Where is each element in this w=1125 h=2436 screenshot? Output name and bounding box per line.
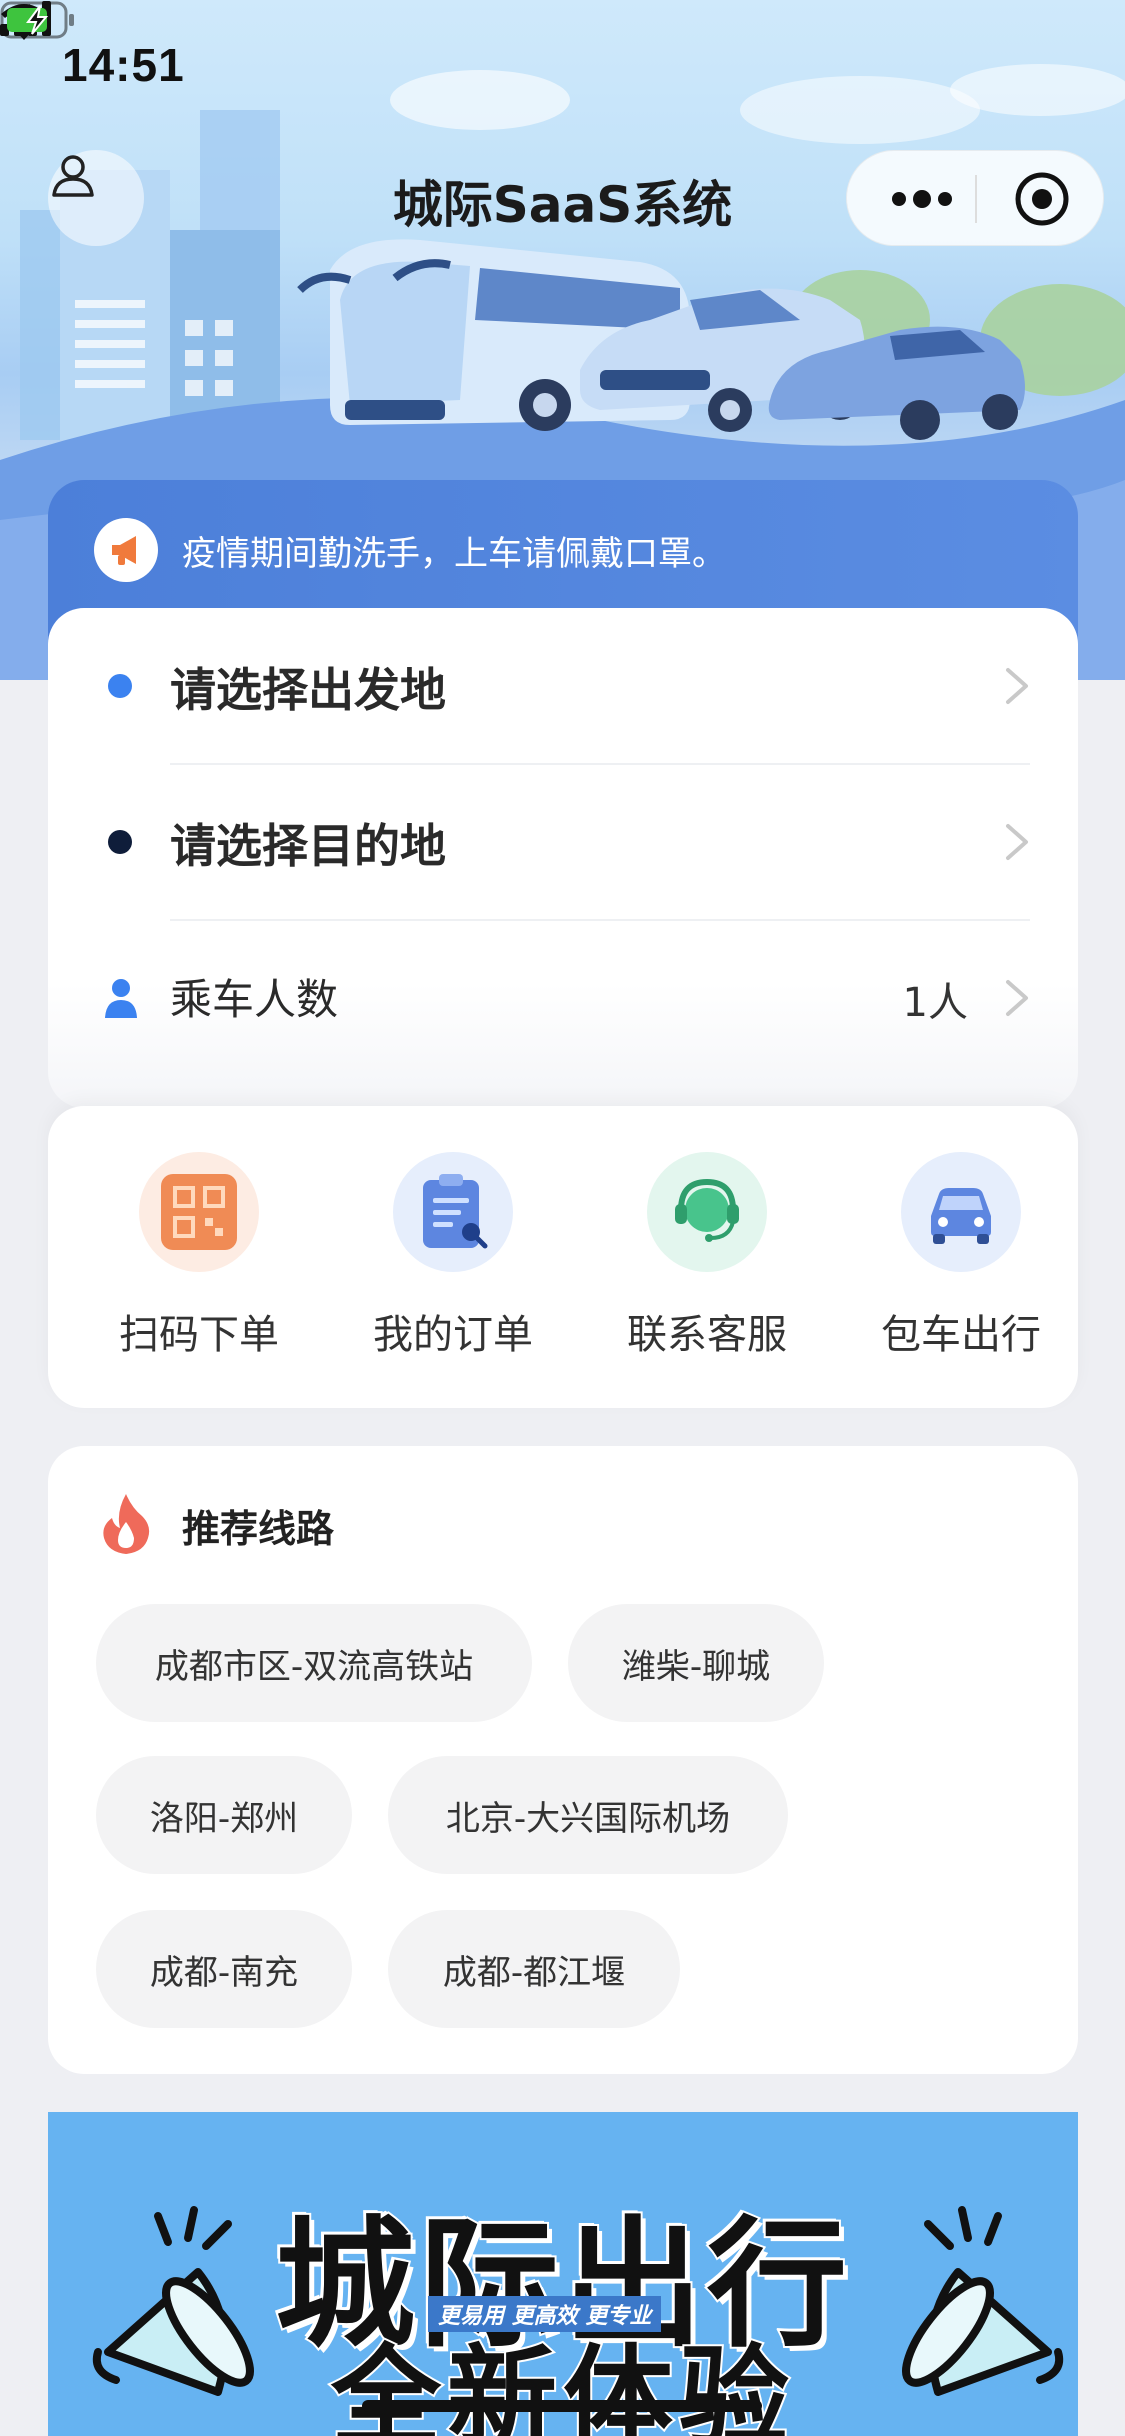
origin-placeholder: 请选择出发地 xyxy=(170,663,446,717)
destination-selector[interactable]: 请选择目的地 xyxy=(48,764,1078,920)
passenger-count-selector[interactable]: 乘车人数 1人 xyxy=(48,920,1078,1076)
chevron-right-icon xyxy=(1006,824,1028,860)
action-label: 扫码下单 xyxy=(119,1312,279,1358)
mini-program-capsule xyxy=(846,150,1104,246)
promo-banner[interactable]: 城际出行 更易用 更高效 更专业 全新体验 xyxy=(48,2112,1078,2436)
quick-actions-card: 扫码下单 我的订单 联系客服 包车出行 xyxy=(48,1106,1078,1408)
more-options-icon[interactable] xyxy=(877,169,967,229)
order-clipboard-icon xyxy=(393,1152,513,1272)
action-label: 包车出行 xyxy=(881,1312,1041,1358)
route-chip[interactable]: 成都-南充 xyxy=(96,1910,352,2028)
route-chip[interactable]: 成都-都江堰 xyxy=(388,1910,680,2028)
action-charter-car[interactable]: 包车出行 xyxy=(856,1152,1066,1372)
booking-card: 请选择出发地 请选择目的地 乘车人数 1人 xyxy=(48,608,1078,1108)
qr-scan-icon xyxy=(139,1152,259,1272)
destination-placeholder: 请选择目的地 xyxy=(170,819,446,873)
chevron-right-icon xyxy=(1006,668,1028,704)
action-label: 联系客服 xyxy=(627,1312,787,1358)
person-icon xyxy=(105,979,137,1018)
customer-service-icon xyxy=(647,1152,767,1272)
action-my-orders[interactable]: 我的订单 xyxy=(348,1152,558,1372)
passenger-count-label: 乘车人数 xyxy=(170,975,339,1024)
route-chip[interactable]: 成都市区-双流高铁站 xyxy=(96,1604,532,1722)
battery-charging-icon xyxy=(0,1,74,39)
page-title: 城际SaaS系统 xyxy=(392,176,733,234)
status-time: 14:51 xyxy=(62,39,185,91)
route-chip[interactable]: 洛阳-郑州 xyxy=(96,1756,352,1874)
profile-button[interactable] xyxy=(48,150,144,246)
notice-text: 疫情期间勤洗手，上车请佩戴口罩。 xyxy=(182,534,726,574)
origin-selector[interactable]: 请选择出发地 xyxy=(48,608,1078,764)
megaphone-icon xyxy=(94,518,158,582)
banner-subline: 全新体验 xyxy=(329,2332,795,2436)
route-chip[interactable]: 北京-大兴国际机场 xyxy=(388,1756,788,1874)
capsule-divider xyxy=(975,175,977,223)
status-bar: 14:51 xyxy=(0,0,1125,132)
passenger-count-value: 1人 xyxy=(902,980,968,1026)
recommended-routes-card: 推荐线路 成都市区-双流高铁站 潍柴-聊城 洛阳-郑州 北京-大兴国际机场 成都… xyxy=(48,1446,1078,2074)
route-chip[interactable]: 潍柴-聊城 xyxy=(568,1604,824,1722)
close-mini-program-icon[interactable] xyxy=(997,169,1087,229)
origin-dot xyxy=(108,674,132,698)
car-icon xyxy=(901,1152,1021,1272)
fire-icon xyxy=(103,1494,150,1554)
chevron-right-icon xyxy=(1006,980,1028,1016)
destination-dot xyxy=(108,830,132,854)
home-indicator xyxy=(362,2400,762,2412)
action-label: 我的订单 xyxy=(373,1312,533,1358)
action-scan-order[interactable]: 扫码下单 xyxy=(94,1152,304,1372)
action-customer-service[interactable]: 联系客服 xyxy=(602,1152,812,1372)
user-icon xyxy=(52,155,94,197)
routes-title: 推荐线路 xyxy=(182,1507,335,1551)
